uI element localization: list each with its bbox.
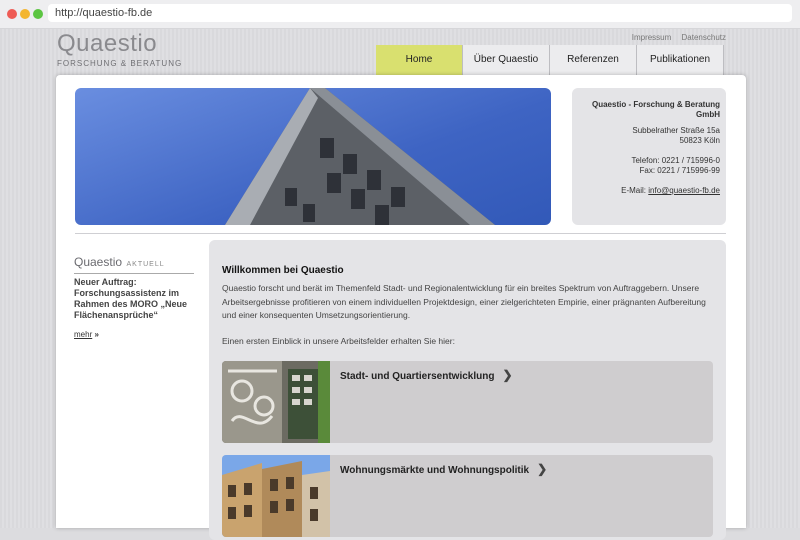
browser-chrome: http://quaestio-fb.de (0, 0, 800, 29)
welcome-text: Quaestio forscht und berät im Themenfeld… (222, 283, 706, 320)
email-label: E-Mail: (621, 186, 647, 195)
company-city: 50823 Köln (679, 136, 720, 145)
company-fax: Fax: 0221 / 715996-99 (639, 166, 720, 175)
card-label-text: Wohnungsmärkte und Wohnungspolitik (340, 465, 530, 476)
news-heading-suffix: AKTUELL (126, 261, 165, 268)
company-name-suffix: GmbH (696, 110, 720, 119)
site-logo[interactable]: Quaestio FORSCHUNG & BERATUNG (57, 30, 183, 69)
welcome-text-2: Einen ersten Einblick in unsere Arbeitsf… (222, 336, 455, 346)
contact-box: Quaestio - Forschung & Beratung GmbH Sub… (572, 88, 726, 225)
hero-image (75, 88, 551, 225)
card-wohnungsmaerkte[interactable]: Wohnungsmärkte und Wohnungspolitik ❯ (222, 455, 713, 537)
company-phone: Telefon: 0221 / 715996-0 (631, 156, 720, 165)
news-title[interactable]: Neuer Auftrag: Forschungsassistenz im Ra… (74, 277, 194, 321)
main-container: Quaestio - Forschung & Beratung GmbH Sub… (56, 75, 746, 540)
impressum-link[interactable]: Impressum (632, 33, 672, 42)
welcome-panel: Willkommen bei Quaestio Quaestio forscht… (209, 240, 726, 540)
card-photo-houses (222, 455, 330, 537)
maximize-window-dot[interactable] (33, 9, 43, 19)
company-name: Quaestio - Forschung & Beratung (591, 100, 720, 109)
news-heading-word: Quaestio (74, 255, 123, 269)
card-photo-gate (222, 361, 330, 443)
chevron-right-icon: ❯ (502, 368, 513, 382)
url-bar[interactable]: http://quaestio-fb.de (48, 4, 792, 22)
nav-ueber-quaestio[interactable]: Über Quaestio (463, 45, 550, 75)
nav-publikationen[interactable]: Publikationen (637, 45, 724, 75)
company-email-row: E-Mail: info@quaestio-fb.de (578, 186, 720, 196)
top-links: Impressum Datenschutz (624, 33, 726, 42)
divider (75, 233, 726, 234)
nav-referenzen[interactable]: Referenzen (550, 45, 637, 75)
card-label[interactable]: Wohnungsmärkte und Wohnungspolitik ❯ (340, 462, 547, 476)
email-link[interactable]: info@quaestio-fb.de (648, 186, 720, 195)
news-heading: Quaestio AKTUELL (74, 253, 194, 274)
company-street: Subbelrather Straße 15a (632, 126, 720, 135)
card-stadtentwicklung[interactable]: Stadt- und Quartiersentwicklung ❯ (222, 361, 713, 443)
card-label[interactable]: Stadt- und Quartiersentwicklung ❯ (340, 368, 513, 382)
chevron-right-icon: ❯ (537, 462, 548, 476)
news-more-link[interactable]: mehr » (74, 330, 99, 339)
minimize-window-dot[interactable] (20, 9, 30, 19)
building-photo (225, 88, 495, 225)
main-navigation: Home Über Quaestio Referenzen Publikatio… (376, 45, 724, 75)
logo-wordmark: Quaestio (57, 30, 158, 57)
news-more-label[interactable]: mehr (74, 330, 92, 339)
card-label-text: Stadt- und Quartiersentwicklung (340, 371, 495, 382)
nav-home[interactable]: Home (376, 45, 463, 75)
logo-subtitle: FORSCHUNG & BERATUNG (57, 59, 183, 68)
close-window-dot[interactable] (7, 9, 17, 19)
news-more-arrow: » (94, 330, 99, 339)
datenschutz-link[interactable]: Datenschutz (682, 33, 726, 42)
welcome-title: Willkommen bei Quaestio (222, 265, 344, 276)
